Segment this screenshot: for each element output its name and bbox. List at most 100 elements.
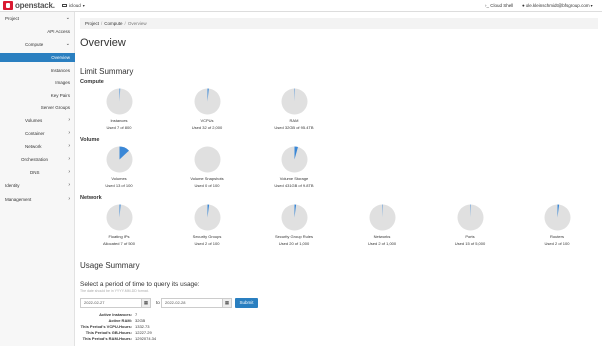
sidebar-item-compute[interactable]: Compute ⌄ (0, 40, 75, 49)
chevron-down-icon: ⌄ (65, 15, 70, 21)
sidebar-item-label: DNS (30, 170, 40, 175)
pie-chart (281, 88, 307, 115)
sidebar-item-volumes[interactable]: Volumes › (0, 116, 75, 125)
pie-usage: Used 15 of 5,000 (454, 241, 486, 246)
sidebar-item-key-pairs[interactable]: Key Pairs (0, 91, 75, 100)
pie-instances: Instances Used 7 of 800 (79, 88, 159, 130)
sidebar-item-label: Key Pairs (50, 93, 70, 98)
sidebar-item-label: Identity (5, 183, 20, 188)
sidebar-item-label: Container (25, 131, 45, 136)
volume-section-title: Volume (80, 137, 100, 143)
usage-stats: Active Instances: 7 Active RAM: 32GB This … (80, 312, 220, 342)
chevron-right-icon: › (68, 143, 70, 149)
pie-usage: Used 431GB of 9.8TB (274, 183, 314, 188)
pie-usage: Used 2 of 100 (544, 241, 570, 246)
breadcrumb-overview: Overview (127, 21, 147, 26)
pie-usage: Used 32GB of 95.4TB (274, 125, 314, 130)
pie-label: RAM (289, 118, 299, 123)
page-title: Overview (80, 37, 126, 49)
user-icon: ● (522, 3, 525, 8)
sidebar-item-label: Compute (25, 42, 44, 47)
user-menu[interactable]: ● ole.kleinschmidt@bfsgroup.com ▾ (522, 3, 593, 8)
pie-floating-ips: Floating IPs Allocated 7 of 500 (79, 204, 159, 246)
pie-usage: Used 2 of 1,000 (367, 241, 397, 246)
sidebar-item-label: Overview (51, 55, 70, 60)
sidebar-item-api-access[interactable]: API Access (0, 27, 75, 36)
openstack-logo-icon (3, 1, 13, 10)
pie-chart (106, 88, 132, 115)
submit-button[interactable]: Submit (235, 298, 258, 308)
pie-usage: Used 20 of 1,000 (278, 241, 310, 246)
sidebar-item-label: Images (55, 80, 70, 85)
pie-label: Security Group Rules (274, 234, 313, 239)
sidebar-item-label: Network (25, 144, 42, 149)
project-icon (62, 4, 67, 7)
pie-label: Instances (110, 118, 128, 123)
sidebar-item-management[interactable]: Management › (0, 195, 75, 204)
cloud-shell-link[interactable]: ›_ Cloud Shell (485, 3, 513, 8)
breadcrumb-compute[interactable]: Compute (104, 21, 122, 26)
pie-ports: Ports Used 15 of 5,000 (430, 204, 510, 246)
pie-chart (106, 146, 132, 173)
sidebar-item-images[interactable]: Images (0, 78, 75, 87)
sidebar-item-identity[interactable]: Identity › (0, 181, 75, 190)
chevron-right-icon: › (68, 169, 70, 175)
pie-volume-snapshots: Volume Snapshots Used 0 of 100 (167, 146, 247, 188)
pie-label: Ports (465, 234, 475, 239)
pie-security-group-rules: Security Group Rules Used 20 of 1,000 (254, 204, 334, 246)
sidebar-item-container[interactable]: Container › (0, 129, 75, 138)
project-name: icloud (69, 3, 81, 8)
sidebar-item-network[interactable]: Network › (0, 142, 75, 151)
chevron-down-icon: ⌄ (65, 41, 70, 47)
calendar-icon[interactable]: ▦ (141, 298, 151, 308)
breadcrumb-project[interactable]: Project (85, 21, 99, 26)
pie-label: Volume Snapshots (190, 176, 224, 181)
pie-chart (369, 204, 395, 231)
sidebar-item-instances[interactable]: Instances (0, 66, 75, 75)
pie-chart (106, 204, 132, 231)
sidebar-item-project[interactable]: Project ⌄ (0, 14, 75, 23)
user-name: ole.kleinschmidt@bfsgroup.com (525, 3, 590, 8)
pie-label: Floating IPs (108, 234, 130, 239)
logo-text: openstack. (15, 1, 55, 10)
pie-chart (544, 204, 570, 231)
pie-label: Security Groups (192, 234, 222, 239)
openstack-logo[interactable]: openstack. (3, 1, 55, 10)
sidebar-item-label: Management (5, 197, 32, 202)
usage-summary-title: Usage Summary (80, 261, 140, 270)
stat-key: This Period's RAM-Hours: (82, 336, 132, 341)
stat-value: 1292074.34 (135, 336, 157, 341)
pie-usage: Used 0 of 100 (194, 183, 220, 188)
pie-usage: Allocated 7 of 500 (102, 241, 136, 246)
caret-down-icon: ▾ (590, 3, 593, 8)
sidebar-item-overview[interactable]: Overview (0, 53, 75, 62)
chevron-right-icon: › (68, 130, 70, 136)
pie-usage: Used 13 of 100 (105, 183, 133, 188)
sidebar-item-label: Project (5, 16, 20, 21)
sidebar-item-server-groups[interactable]: Server Groups (0, 103, 75, 112)
cloud-shell-label: Cloud Shell (490, 3, 514, 8)
chevron-right-icon: › (68, 156, 70, 162)
start-date-input[interactable]: 2022-02-27 (80, 298, 142, 308)
chevron-right-icon: › (68, 182, 70, 188)
chevron-right-icon: › (68, 196, 70, 202)
pie-networks: Networks Used 2 of 1,000 (342, 204, 422, 246)
compute-section-title: Compute (80, 79, 104, 85)
sidebar-item-label: Instances (50, 68, 70, 73)
network-section-title: Network (80, 195, 102, 201)
breadcrumb: Project / Compute / Overview (80, 18, 598, 29)
pie-chart (281, 146, 307, 173)
sidebar-item-orchestration[interactable]: Orchestration › (0, 155, 75, 164)
project-switcher[interactable]: icloud ▾ (62, 3, 85, 8)
calendar-icon[interactable]: ▦ (222, 298, 232, 308)
end-date-input[interactable]: 2022-02-28 (161, 298, 223, 308)
sidebar-item-dns[interactable]: DNS › (0, 168, 75, 177)
pie-ram: RAM Used 32GB of 95.4TB (254, 88, 334, 130)
pie-routers: Routers Used 2 of 100 (517, 204, 597, 246)
pie-label: Routers (549, 234, 564, 239)
pie-volume-storage: Volume Storage Used 431GB of 9.8TB (254, 146, 334, 188)
pie-label: VCPUs (200, 118, 214, 123)
pie-chart (194, 204, 220, 231)
pie-chart (281, 204, 307, 231)
stat-row: This Period's RAM-Hours: 1292074.34 (80, 336, 220, 342)
